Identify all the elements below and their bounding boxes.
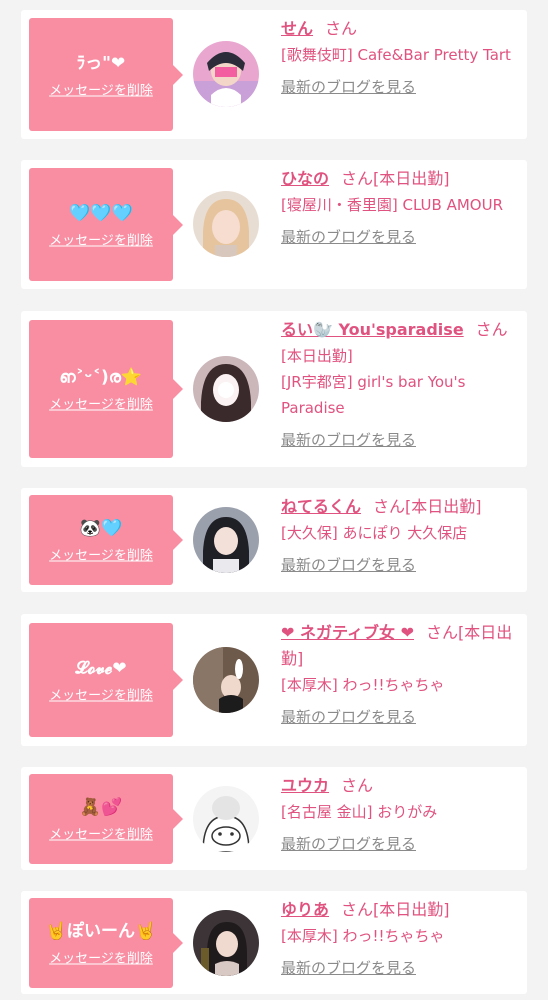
cast-info: ひなの さん[本日出勤] [寝屋川・香里園] CLUB AMOUR 最新のブログを… bbox=[281, 166, 525, 247]
shop-name: [名古屋 金山] おりがみ bbox=[281, 803, 438, 821]
favorite-list: ﾗっ"❤ メッセージを削除 せん さん [歌舞伎町] Cafe&Bar Prett… bbox=[0, 0, 548, 1000]
san-label: さん bbox=[341, 900, 374, 919]
cast-info: せん さん [歌舞伎町] Cafe&Bar Pretty Tart 最新のブログを… bbox=[281, 16, 525, 97]
delete-message-link[interactable]: メッセージを削除 bbox=[49, 824, 153, 843]
cast-info: るい🦭 You'sparadise さん [本日出勤] [JR宇都宮] girl'… bbox=[281, 317, 525, 450]
san-label: さん bbox=[325, 19, 358, 38]
status-label: [本日出勤] bbox=[373, 169, 450, 188]
message-text: 🐼🩵 bbox=[79, 518, 123, 539]
delete-message-link[interactable]: メッセージを削除 bbox=[49, 394, 153, 413]
cast-info: ゆりあ さん[本日出勤] [本厚木] わっ!!ちゃちゃ 最新のブログを見る bbox=[281, 897, 525, 978]
avatar[interactable] bbox=[193, 41, 259, 107]
cast-info: ❤ ネガティブ女 ❤ さん[本日出勤] [本厚木] わっ!!ちゃちゃ 最新のブログ… bbox=[281, 620, 525, 727]
delete-message-link[interactable]: メッセージを削除 bbox=[49, 229, 153, 248]
message-box: ഩ˃ᵕ˂)ര⭐ メッセージを削除 bbox=[29, 320, 183, 458]
message-text: 🧸💕 bbox=[79, 797, 123, 818]
san-label: さん bbox=[373, 497, 406, 516]
list-item: ﾗっ"❤ メッセージを削除 せん さん [歌舞伎町] Cafe&Bar Prett… bbox=[21, 10, 527, 139]
status-label: [本日出勤] bbox=[405, 497, 482, 516]
message-box: 🩵🩵🩵 メッセージを削除 bbox=[29, 168, 183, 281]
latest-blog-link[interactable]: 最新のブログを見る bbox=[281, 226, 416, 247]
latest-blog-link[interactable]: 最新のブログを見る bbox=[281, 76, 416, 97]
avatar[interactable] bbox=[193, 910, 259, 976]
avatar[interactable] bbox=[193, 647, 259, 713]
shop-name: [本厚木] わっ!!ちゃちゃ bbox=[281, 676, 445, 694]
san-label: さん bbox=[341, 169, 374, 188]
message-box: 🤘ぽいーん🤘 メッセージを削除 bbox=[29, 898, 183, 988]
cast-name-link[interactable]: ユウカ bbox=[281, 776, 329, 795]
san-label: さん bbox=[341, 776, 374, 795]
avatar[interactable] bbox=[193, 786, 259, 852]
list-item: 🩵🩵🩵 メッセージを削除 ひなの さん[本日出勤] [寝屋川・香里園] CLUB … bbox=[21, 160, 527, 289]
latest-blog-link[interactable]: 最新のブログを見る bbox=[281, 957, 416, 978]
latest-blog-link[interactable]: 最新のブログを見る bbox=[281, 554, 416, 575]
list-item: 🧸💕 メッセージを削除 ユウカ さん [名古屋 金山] おりがみ 最新のブログを見… bbox=[21, 767, 527, 870]
list-item: 🐼🩵 メッセージを削除 ねてるくん さん[本日出勤] [大久保] あにぽり 大久保… bbox=[21, 488, 527, 592]
message-box: 🐼🩵 メッセージを削除 bbox=[29, 495, 183, 585]
status-label: [本日出勤] bbox=[373, 900, 450, 919]
delete-message-link[interactable]: メッセージを削除 bbox=[49, 545, 153, 564]
message-text: 🩵🩵🩵 bbox=[69, 203, 133, 223]
san-label: さん bbox=[475, 320, 508, 339]
message-box: ﾗっ"❤ メッセージを削除 bbox=[29, 18, 183, 131]
message-text: 𝓛𝓸𝓿𝓮❤ bbox=[75, 658, 127, 679]
message-text: ﾗっ"❤ bbox=[76, 53, 126, 73]
shop-name: [大久保] あにぽり 大久保店 bbox=[281, 524, 468, 542]
delete-message-link[interactable]: メッセージを削除 bbox=[49, 948, 153, 967]
cast-name-link[interactable]: せん bbox=[281, 19, 313, 38]
avatar[interactable] bbox=[193, 507, 259, 573]
shop-name: [JR宇都宮] girl's bar You's Paradise bbox=[281, 373, 466, 417]
status-label: [本日出勤] bbox=[281, 347, 353, 365]
latest-blog-link[interactable]: 最新のブログを見る bbox=[281, 429, 416, 450]
avatar[interactable] bbox=[193, 356, 259, 422]
list-item: 𝓛𝓸𝓿𝓮❤ メッセージを削除 ❤ ネガティブ女 ❤ さん[本日出勤] [本厚木] … bbox=[21, 614, 527, 746]
message-box: 🧸💕 メッセージを削除 bbox=[29, 774, 183, 864]
cast-info: ユウカ さん [名古屋 金山] おりがみ 最新のブログを見る bbox=[281, 773, 525, 854]
shop-name: [寝屋川・香里園] CLUB AMOUR bbox=[281, 196, 504, 214]
shop-name: [本厚木] わっ!!ちゃちゃ bbox=[281, 927, 445, 945]
cast-info: ねてるくん さん[本日出勤] [大久保] あにぽり 大久保店 最新のブログを見る bbox=[281, 494, 525, 575]
cast-name-link[interactable]: るい🦭 You'sparadise bbox=[281, 320, 464, 339]
list-item: ഩ˃ᵕ˂)ര⭐ メッセージを削除 るい🦭 You'sparadise さん [本日… bbox=[21, 311, 527, 467]
latest-blog-link[interactable]: 最新のブログを見る bbox=[281, 706, 416, 727]
cast-name-link[interactable]: ゆりあ bbox=[281, 900, 329, 919]
delete-message-link[interactable]: メッセージを削除 bbox=[49, 79, 153, 98]
shop-name: [歌舞伎町] Cafe&Bar Pretty Tart bbox=[281, 46, 511, 64]
message-text: 🤘ぽいーん🤘 bbox=[45, 921, 157, 942]
delete-message-link[interactable]: メッセージを削除 bbox=[49, 685, 153, 704]
cast-name-link[interactable]: ねてるくん bbox=[281, 497, 361, 516]
message-text: ഩ˃ᵕ˂)ര⭐ bbox=[59, 367, 143, 388]
san-label: さん bbox=[426, 623, 459, 642]
list-item: 🤘ぽいーん🤘 メッセージを削除 ゆりあ さん[本日出勤] [本厚木] わっ!!ちゃ… bbox=[21, 891, 527, 994]
latest-blog-link[interactable]: 最新のブログを見る bbox=[281, 833, 416, 854]
message-box: 𝓛𝓸𝓿𝓮❤ メッセージを削除 bbox=[29, 623, 183, 737]
cast-name-link[interactable]: ひなの bbox=[281, 169, 329, 188]
avatar[interactable] bbox=[193, 191, 259, 257]
cast-name-link[interactable]: ❤ ネガティブ女 ❤ bbox=[281, 623, 414, 642]
